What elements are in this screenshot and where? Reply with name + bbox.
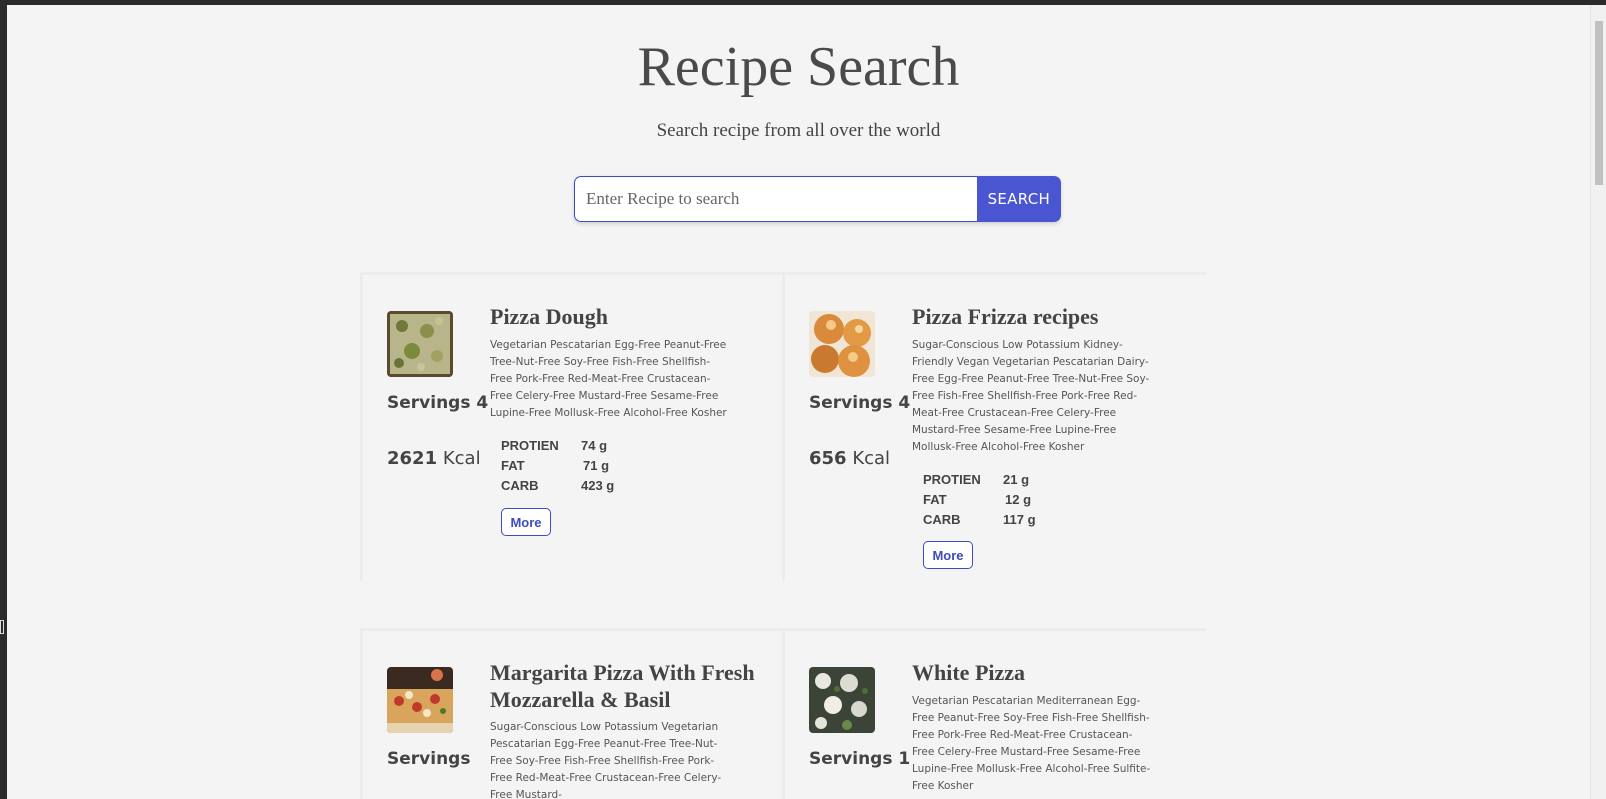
- more-button[interactable]: More: [501, 508, 551, 536]
- recipe-title: Margarita Pizza With Fresh Mozzarella & …: [490, 660, 755, 712]
- recipe-kcal-value: 2621: [387, 448, 438, 469]
- page: Recipe Search Search recipe from all ove…: [7, 5, 1590, 799]
- recipe-calories: 2621 Kcal: [387, 448, 481, 469]
- search-input[interactable]: [574, 176, 977, 222]
- recipe-nutrients: PROTIEN 21 g FAT 12 g CARB 117 g: [923, 472, 1065, 532]
- search-button[interactable]: SEARCH: [976, 176, 1061, 222]
- recipe-image: [387, 667, 453, 733]
- nutrient-label-protein: PROTIEN: [501, 438, 559, 453]
- recipe-kcal-value: 656: [809, 448, 847, 469]
- nutrient-value-protein: 21 g: [1003, 472, 1030, 487]
- kcal-unit: Kcal: [442, 448, 481, 469]
- recipe-health-labels: Sugar-Conscious Low Potassium Vegetarian…: [490, 721, 722, 799]
- recipe-calories: 656 Kcal: [809, 448, 890, 469]
- nutrient-value-carb: 117 g: [1003, 512, 1036, 527]
- nutrient-label-carb: CARB: [501, 478, 539, 493]
- recipe-title: Pizza Dough: [490, 304, 608, 329]
- more-button[interactable]: More: [923, 541, 973, 569]
- window-edge-marker: [0, 620, 4, 634]
- recipe-servings: Servings 4: [809, 393, 911, 413]
- nutrient-value-carb: 423 g: [581, 478, 615, 493]
- recipe-health-labels: Vegetarian Pescatarian Mediterranean Egg…: [912, 695, 1151, 792]
- vertical-scrollbar[interactable]: [1590, 5, 1606, 799]
- recipe-card: Servings 1 White Pizza Vegetarian Pescat…: [782, 628, 1206, 799]
- nutrient-label-carb: CARB: [923, 512, 961, 527]
- recipe-card: Servings 4 656 Kcal Pizza Frizza recipes…: [782, 272, 1206, 581]
- recipe-image: [809, 311, 875, 377]
- nutrient-label-protein: PROTIEN: [923, 472, 981, 487]
- nutrient-value-protein: 74 g: [581, 438, 608, 453]
- nutrient-label-fat: FAT: [923, 492, 947, 507]
- recipe-card: Servings Margarita Pizza With Fresh Mozz…: [360, 628, 784, 799]
- kcal-unit: Kcal: [852, 448, 891, 469]
- recipe-health-labels: Sugar-Conscious Low Potassium Kidney-Fri…: [912, 339, 1150, 453]
- recipe-title: White Pizza: [912, 660, 1026, 685]
- recipe-card: Servings 4 2621 Kcal Pizza Dough Vegetar…: [360, 272, 784, 581]
- recipe-image: [809, 667, 875, 733]
- recipe-health-labels: Vegetarian Pescatarian Egg-Free Peanut-F…: [490, 339, 727, 419]
- page-title: Recipe Search: [637, 36, 960, 98]
- recipe-servings: Servings 4: [387, 393, 489, 413]
- page-subtitle: Search recipe from all over the world: [656, 120, 941, 141]
- recipe-servings: Servings: [387, 749, 471, 769]
- scrollbar-thumb[interactable]: [1595, 21, 1603, 185]
- recipe-servings: Servings 1: [809, 749, 911, 769]
- recipe-title: Pizza Frizza recipes: [912, 304, 1099, 329]
- nutrient-label-fat: FAT: [501, 458, 525, 473]
- nutrient-value-fat: 71 g: [583, 458, 610, 473]
- search-bar: SEARCH: [574, 176, 1061, 222]
- nutrient-value-fat: 12 g: [1005, 492, 1032, 507]
- recipe-image: [387, 311, 453, 377]
- recipe-nutrients: PROTIEN 74 g FAT 71 g CARB 423 g: [501, 438, 643, 498]
